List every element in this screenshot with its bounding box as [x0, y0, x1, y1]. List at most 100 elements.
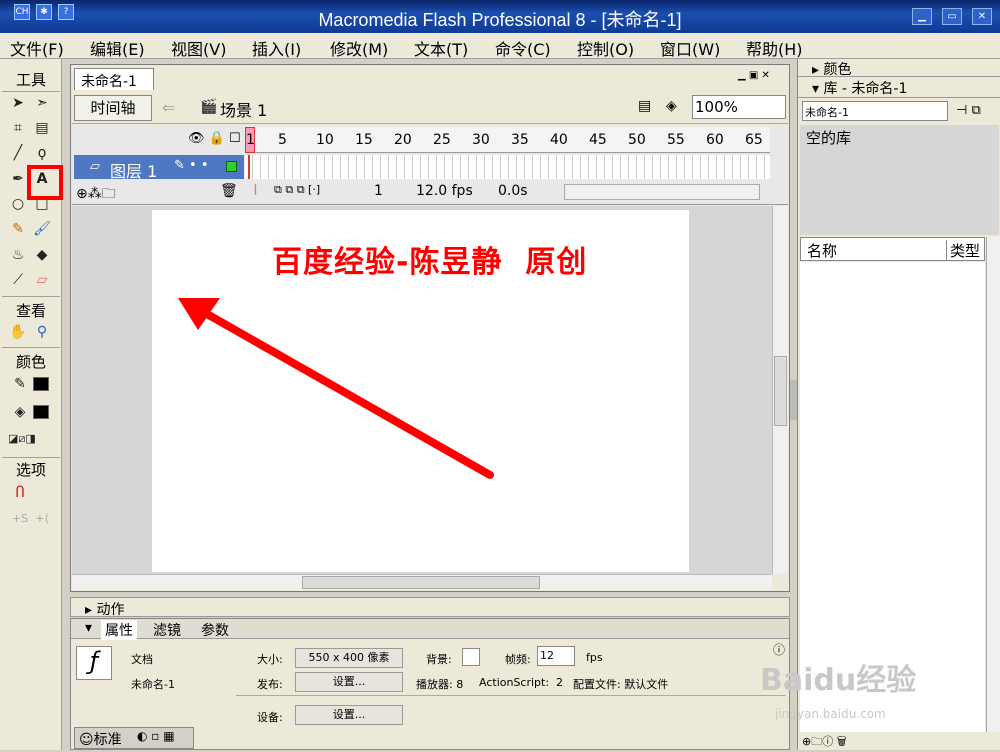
ruler-label: 20 — [394, 132, 412, 148]
doc-window-controls-icon[interactable]: ▁ ▣ ✕ — [738, 70, 770, 81]
document-tab[interactable]: 未命名-1 — [74, 68, 154, 90]
options-header: 选项 — [15, 461, 46, 479]
timeline-status: ⊕⁂🗀 🗑 ⦚ ⧉ ⧉ ⧉ [·] 1 12.0 fps 0.0s — [74, 182, 770, 202]
fps-input[interactable]: 12 — [537, 646, 575, 666]
menu-modify[interactable]: 修改(M) — [330, 36, 388, 60]
smooth-icon[interactable]: +S — [10, 509, 30, 529]
tools-panel: 工具 ➤ ➣ ⌗ ▤ ╱ ϙ ✒ A ○ □ ✎ 🖌 ♨ ◆ ⟋ ▱ 查看 ✋ … — [0, 59, 62, 750]
eyedropper-icon[interactable]: ⟋ — [8, 270, 28, 290]
line-tool-icon[interactable]: ╱ — [8, 143, 28, 163]
onion-skin-icons[interactable]: ⧉ ⧉ ⧉ [·] — [274, 183, 320, 197]
oval-tool-icon[interactable]: ○ — [8, 194, 28, 214]
restore-button[interactable]: ▭ — [942, 8, 962, 25]
ink-bottle-icon[interactable]: ♨ — [8, 245, 28, 265]
divider — [2, 296, 60, 297]
collapse-arrow-icon[interactable]: ▾ — [85, 620, 92, 636]
library-select[interactable]: 未命名-1 — [802, 101, 948, 121]
size-button[interactable]: 550 x 400 像素 — [295, 648, 403, 668]
stroke-color-icon[interactable]: ✎ — [10, 374, 30, 394]
actions-panel-header[interactable]: ▸ 动作 — [70, 597, 790, 618]
tab-filters[interactable]: 滤镜 — [153, 620, 181, 640]
stage-hscroll[interactable] — [72, 574, 772, 590]
timeline-toggle-button[interactable]: 时间轴 — [74, 95, 152, 121]
free-transform-icon[interactable]: ⌗ — [8, 118, 28, 138]
eye-lock-outline-icons[interactable]: 👁 🔒 ☐ — [188, 131, 241, 146]
library-footer-icons[interactable]: ⊕🗀ⓘ 🗑 — [802, 733, 847, 752]
bg-label: 背景: — [426, 653, 452, 666]
menu-text[interactable]: 文本(T) — [414, 36, 468, 60]
divider — [236, 695, 786, 696]
zoom-select[interactable]: 100% — [692, 95, 786, 119]
col-name[interactable]: 名称 — [807, 240, 837, 261]
device-settings-button[interactable]: 设置... — [295, 705, 403, 725]
brush-tool-icon[interactable]: 🖌 — [32, 219, 52, 239]
add-layer-icons[interactable]: ⊕⁂🗀 — [76, 183, 116, 207]
hscroll-thumb[interactable] — [302, 576, 540, 589]
stroke-swatch[interactable] — [33, 377, 49, 391]
close-button[interactable]: ✕ — [972, 8, 992, 25]
snap-magnet-icon[interactable]: Ⴖ — [10, 483, 30, 503]
menu-window[interactable]: 窗口(W) — [660, 36, 720, 60]
paint-bucket-icon[interactable]: ◆ — [32, 245, 52, 265]
color-panel-header[interactable]: ▸ 颜色 — [798, 59, 1000, 78]
frame-cells[interactable] — [245, 155, 770, 179]
properties-panel: ▾ 属性 滤镜 参数 ƒ 文档 未命名-1 大小: 550 x 400 像素 背… — [70, 618, 790, 750]
tab-properties[interactable]: 属性 — [101, 620, 137, 640]
std-tab-icons[interactable]: ◐ ▫ ▦ — [137, 729, 175, 743]
library-panel-header[interactable]: ▾ 库 - 未命名-1 — [798, 78, 1000, 98]
layer-name[interactable]: 图层 1 — [110, 158, 157, 182]
std-tab[interactable]: ☺标准 — [79, 729, 122, 749]
library-pin-icons[interactable]: ⊣ ⧉ — [956, 103, 981, 118]
size-label: 大小: — [257, 653, 283, 666]
layer-row[interactable]: ▱ 图层 1 ✎ • • — [74, 155, 244, 182]
menu-commands[interactable]: 命令(C) — [495, 36, 551, 60]
fps-unit: fps — [586, 651, 603, 664]
fill-transform-icon[interactable]: ▤ — [32, 118, 52, 138]
menu-view[interactable]: 视图(V) — [171, 36, 226, 60]
color-panel-label: 颜色 — [823, 62, 852, 78]
center-frame-icon[interactable]: ⦚ — [254, 183, 257, 199]
pencil-icon: ✎ • • — [174, 158, 209, 173]
bg-color-swatch[interactable] — [462, 648, 480, 666]
fill-color-icon[interactable]: ◈ — [10, 402, 30, 422]
outline-color-icon[interactable] — [226, 161, 237, 172]
straighten-icon[interactable]: +⟨ — [32, 509, 52, 529]
doc-label: 文档 — [131, 653, 153, 666]
eraser-icon[interactable]: ▱ — [32, 270, 52, 290]
fill-swatch[interactable] — [33, 405, 49, 419]
menu-help[interactable]: 帮助(H) — [746, 36, 803, 60]
tab-parameters[interactable]: 参数 — [201, 620, 229, 640]
ruler-label: 35 — [511, 132, 529, 148]
hand-tool-icon[interactable]: ✋ — [8, 322, 28, 342]
divider — [2, 91, 60, 92]
ruler-label: 40 — [550, 132, 568, 148]
back-arrow-icon[interactable]: ⇐ — [162, 98, 175, 117]
color-swap-icon[interactable]: ◪⧄◨ — [8, 429, 36, 449]
edit-scene-icon[interactable]: ▤ — [638, 98, 651, 114]
subselect-tool-icon[interactable]: ➣ — [32, 93, 52, 113]
pencil-tool-icon[interactable]: ✎ — [8, 219, 28, 239]
menu-file[interactable]: 文件(F) — [10, 36, 64, 60]
menu-control[interactable]: 控制(O) — [577, 36, 634, 60]
vscroll-thumb[interactable] — [774, 356, 787, 426]
timeline-hscroll[interactable] — [564, 184, 760, 200]
library-panel-title: ▾ 库 - 未命名-1 — [812, 81, 908, 97]
menu-edit[interactable]: 编辑(E) — [90, 36, 145, 60]
panel-collapse-handle[interactable] — [790, 380, 797, 420]
menu-insert[interactable]: 插入(I) — [252, 36, 301, 60]
playhead-line — [248, 155, 250, 179]
publish-settings-button[interactable]: 设置... — [295, 672, 403, 692]
arrow-tool-icon[interactable]: ➤ — [8, 93, 28, 113]
ruler-label: 25 — [433, 132, 451, 148]
col-type[interactable]: 类型 — [946, 240, 980, 261]
pen-tool-icon[interactable]: ✒ — [8, 169, 28, 189]
edit-symbol-icon[interactable]: ◈ — [666, 98, 677, 114]
actionscript-label: ActionScript: 2 — [479, 676, 564, 689]
library-vscroll[interactable] — [986, 237, 1000, 732]
minimize-button[interactable]: ▁ — [912, 8, 932, 25]
zoom-tool-icon[interactable]: ⚲ — [32, 322, 52, 342]
trash-icon[interactable]: 🗑 — [220, 183, 238, 199]
stage-vscroll[interactable] — [772, 206, 788, 574]
publish-label: 发布: — [257, 678, 283, 691]
lasso-tool-icon[interactable]: ϙ — [32, 143, 52, 163]
